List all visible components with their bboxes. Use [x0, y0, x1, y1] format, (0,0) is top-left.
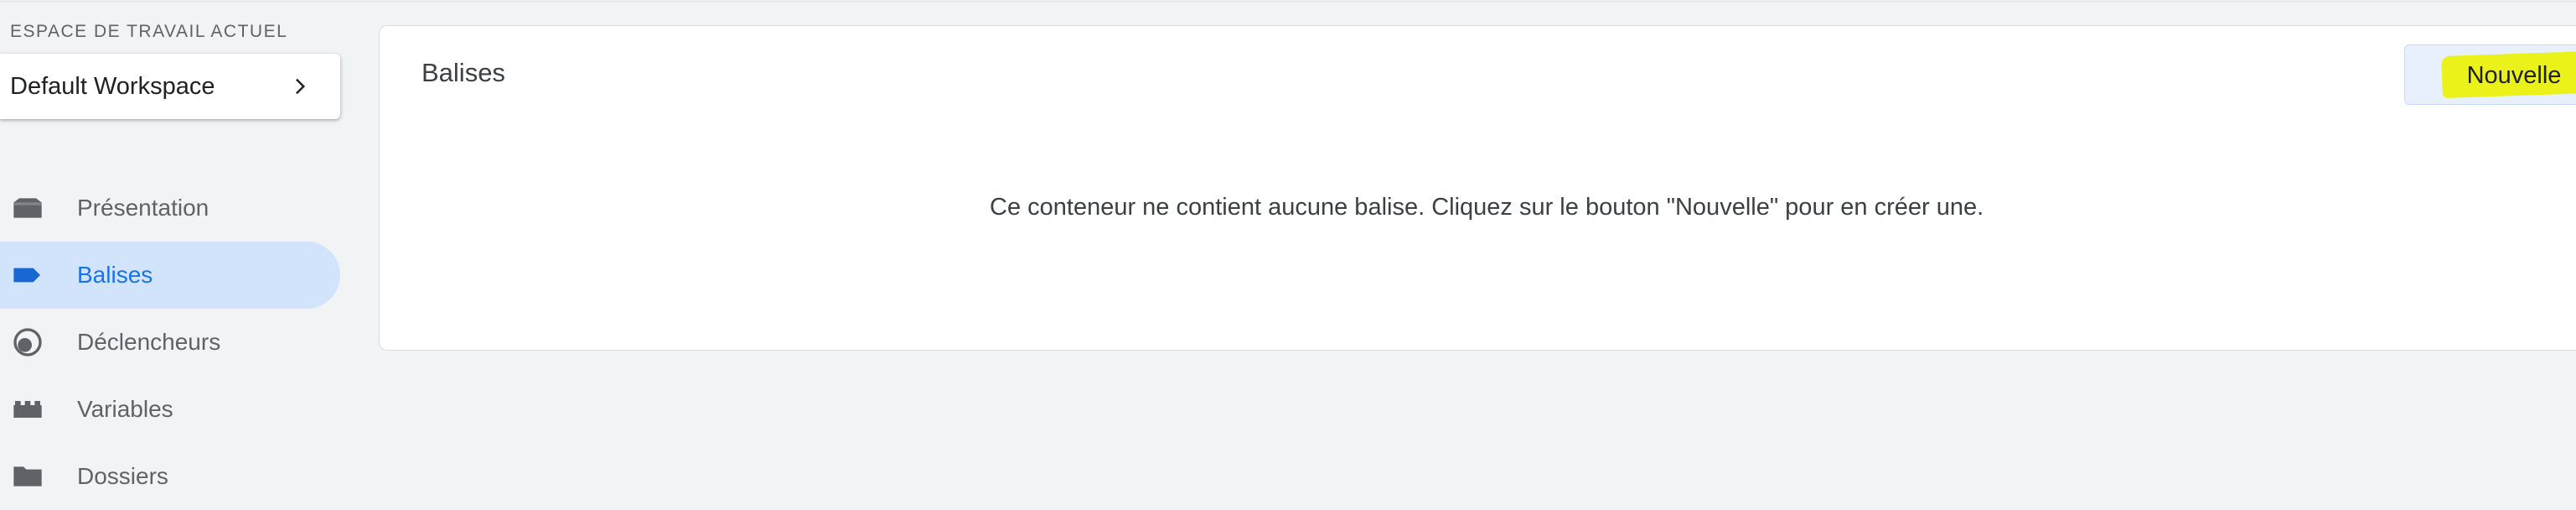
tags-card: Balises Nouvelle Ce conteneur ne contien… [379, 25, 2576, 351]
overview-icon [10, 190, 45, 226]
new-button-label: Nouvelle [2466, 61, 2562, 89]
top-divider [0, 0, 2576, 3]
sidebar-item-balises[interactable]: Balises [0, 242, 340, 309]
sidebar-item-dossiers[interactable]: Dossiers [0, 443, 340, 510]
folder-icon [10, 459, 45, 494]
empty-state-message: Ce conteneur ne contient aucune balise. … [990, 194, 1984, 221]
tag-icon [10, 258, 45, 293]
sidebar-item-label: Déclencheurs [77, 329, 221, 355]
card-title: Balises [422, 58, 505, 87]
variables-icon [10, 392, 45, 427]
sidebar-item-presentation[interactable]: Présentation [0, 174, 340, 242]
sidebar-item-label: Présentation [77, 195, 209, 221]
sidebar-item-declencheurs[interactable]: Déclencheurs [0, 309, 340, 376]
new-tag-button[interactable]: Nouvelle [2404, 44, 2576, 105]
sidebar-item-label: Dossiers [77, 463, 168, 489]
workspace-name: Default Workspace [10, 72, 215, 100]
sidebar-item-label: Variables [77, 396, 173, 422]
sidebar-item-variables[interactable]: Variables [0, 376, 340, 443]
workspace-selector[interactable]: Default Workspace [0, 54, 340, 119]
trigger-icon [10, 325, 45, 360]
sidebar-item-label: Balises [77, 262, 153, 288]
chevron-right-icon [296, 78, 305, 95]
sidebar: ESPACE DE TRAVAIL ACTUEL Default Workspa… [0, 0, 352, 489]
workspace-label: ESPACE DE TRAVAIL ACTUEL [10, 22, 288, 41]
